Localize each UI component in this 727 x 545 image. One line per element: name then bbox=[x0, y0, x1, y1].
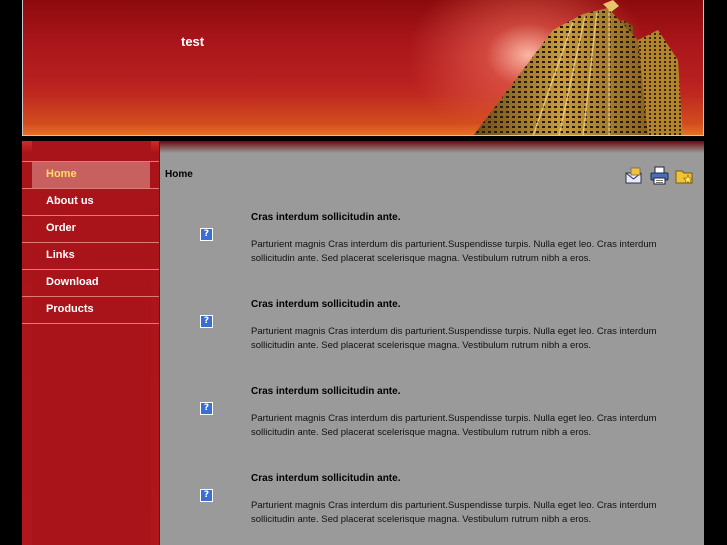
article-body: Parturient magnis Cras interdum dis part… bbox=[251, 500, 657, 525]
main-area: Home About us Order Links Download Produ… bbox=[22, 141, 704, 545]
article-thumbnail-icon[interactable]: ? bbox=[200, 402, 213, 415]
breadcrumb: Home bbox=[165, 169, 193, 180]
nav-item-about-us[interactable]: About us bbox=[22, 189, 159, 216]
nav-item-order[interactable]: Order bbox=[22, 216, 159, 243]
article-title: Cras interdum sollicitudin ante. bbox=[251, 386, 401, 397]
nav-item-download[interactable]: Download bbox=[22, 270, 159, 297]
header-banner: test bbox=[22, 0, 704, 136]
nav-menu: Home About us Order Links Download Produ… bbox=[22, 161, 159, 324]
email-icon[interactable] bbox=[625, 166, 644, 185]
article-title: Cras interdum sollicitudin ante. bbox=[251, 473, 401, 484]
article-thumbnail-icon[interactable]: ? bbox=[200, 315, 213, 328]
article-title: Cras interdum sollicitudin ante. bbox=[251, 212, 401, 223]
nav-item-products[interactable]: Products bbox=[22, 297, 159, 324]
article-title: Cras interdum sollicitudin ante. bbox=[251, 299, 401, 310]
bookmark-folder-icon[interactable] bbox=[675, 166, 694, 185]
article-thumbnail-icon[interactable]: ? bbox=[200, 228, 213, 241]
article-thumbnail-icon[interactable]: ? bbox=[200, 489, 213, 502]
article-body: Parturient magnis Cras interdum dis part… bbox=[251, 326, 657, 351]
article-body: Parturient magnis Cras interdum dis part… bbox=[251, 239, 657, 264]
print-icon[interactable] bbox=[650, 166, 669, 185]
page-toolbar bbox=[625, 166, 694, 185]
skyscraper-image bbox=[473, 0, 683, 135]
article-body: Parturient magnis Cras interdum dis part… bbox=[251, 413, 657, 438]
site-title: test bbox=[181, 34, 205, 49]
sidebar: Home About us Order Links Download Produ… bbox=[22, 141, 160, 545]
content-top-shade bbox=[160, 141, 704, 153]
nav-item-links[interactable]: Links bbox=[22, 243, 159, 270]
nav-item-home[interactable]: Home bbox=[22, 161, 159, 189]
